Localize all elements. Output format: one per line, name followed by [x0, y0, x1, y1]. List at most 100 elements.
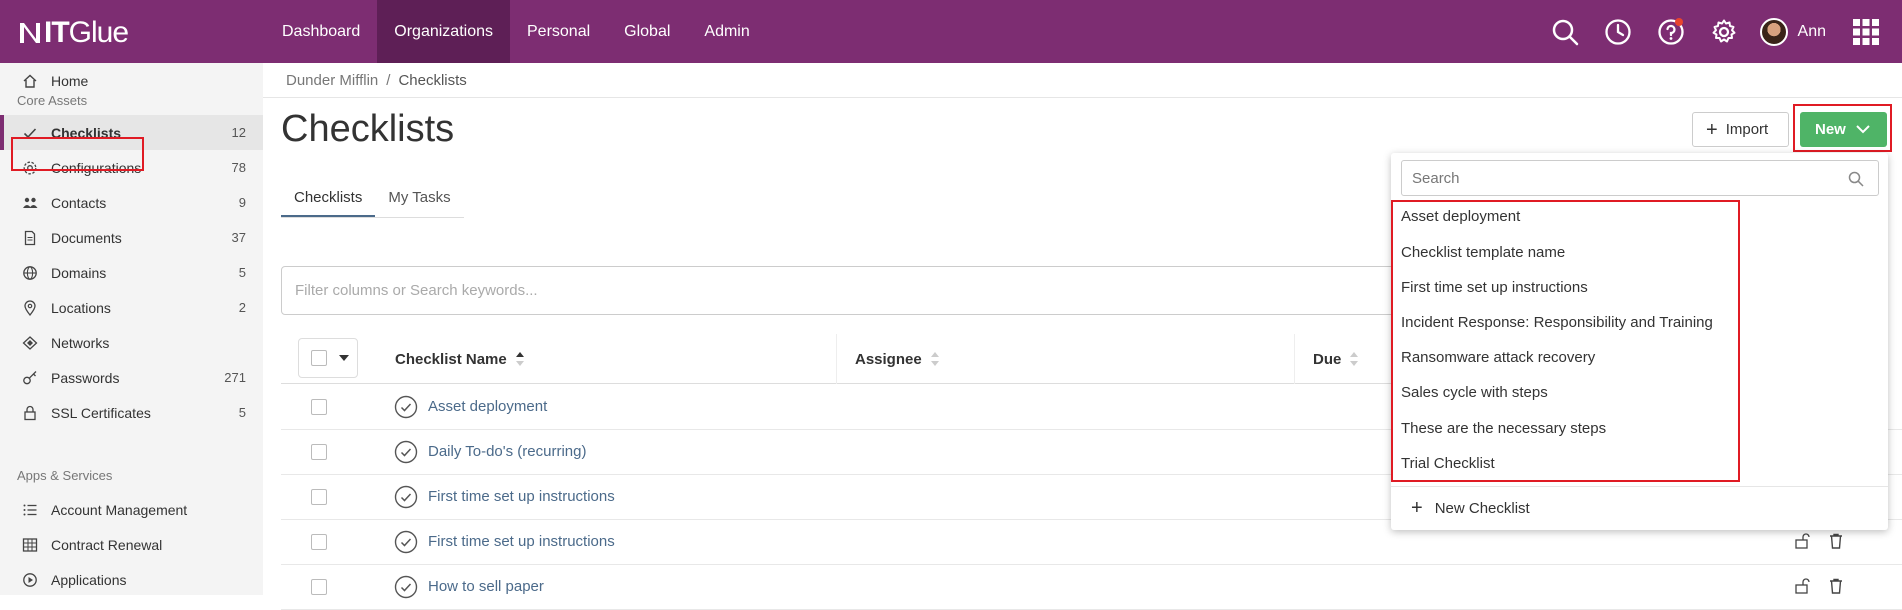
main-nav: Dashboard Organizations Personal Global … [265, 0, 767, 63]
check-circle-icon [394, 440, 418, 464]
avatar [1759, 17, 1788, 46]
user-menu[interactable]: Ann [1759, 17, 1826, 46]
column-header-due[interactable]: Due [1313, 334, 1359, 384]
sidebar-item-contacts[interactable]: Contacts 9 [0, 185, 263, 220]
user-name: Ann [1797, 22, 1826, 40]
highlight-box-new-button [1793, 104, 1892, 152]
checklist-name-link[interactable]: First time set up instructions [428, 533, 615, 550]
column-label: Assignee [855, 350, 922, 368]
logo-text: ITGlue [44, 16, 129, 50]
sidebar-item-domains[interactable]: Domains 5 [0, 255, 263, 290]
top-navigation-bar: ITGlue Dashboard Organizations Personal … [0, 0, 1902, 63]
tab-checklists[interactable]: Checklists [281, 183, 376, 217]
plus-icon: + [1411, 497, 1423, 519]
new-checklist-label: New Checklist [1434, 499, 1530, 517]
breadcrumb: Dunder Mifflin / Checklists [263, 63, 1902, 98]
checklist-name-link[interactable]: Asset deployment [428, 398, 547, 415]
globe-icon [23, 266, 37, 280]
sidebar-item-count: 5 [238, 265, 246, 280]
home-icon [23, 74, 37, 88]
top-icons: Ann [1530, 0, 1902, 63]
list-icon [23, 504, 37, 516]
location-pin-icon [24, 300, 36, 316]
select-all-checkbox[interactable] [311, 350, 327, 366]
sort-icon [1350, 352, 1359, 366]
checklist-name-link[interactable]: How to sell paper [428, 578, 544, 595]
sidebar-item-count: 9 [238, 195, 246, 210]
column-divider [1294, 334, 1295, 384]
tabs: Checklists My Tasks [281, 183, 464, 218]
sidebar-item-label: Home [51, 72, 89, 89]
clock-icon[interactable] [1600, 14, 1636, 50]
nav-admin[interactable]: Admin [687, 0, 766, 63]
filter-input[interactable]: Filter columns or Search keywords... [281, 266, 1401, 315]
sidebar-item-count: 5 [238, 405, 246, 420]
check-circle-icon [394, 575, 418, 599]
sidebar-item-account-management[interactable]: Account Management [0, 492, 263, 527]
plus-icon: + [1706, 118, 1718, 141]
row-checkbox[interactable] [311, 444, 327, 460]
tab-my-tasks[interactable]: My Tasks [375, 183, 463, 217]
import-label: Import [1725, 121, 1769, 138]
gear-icon[interactable] [1706, 14, 1742, 50]
search-icon[interactable] [1547, 14, 1583, 50]
row-actions [1793, 532, 1861, 550]
checklist-name-link[interactable]: First time set up instructions [428, 488, 615, 505]
column-header-checklist-name[interactable]: Checklist Name [395, 334, 525, 384]
sidebar-item-count: 78 [231, 160, 246, 175]
dropdown-search-input[interactable]: Search [1401, 160, 1879, 196]
select-all-dropdown[interactable] [298, 338, 358, 378]
logo-prefix: IT [44, 16, 70, 49]
highlight-box-checklists [11, 137, 144, 171]
nav-organizations[interactable]: Organizations [377, 0, 510, 63]
check-circle-icon [394, 530, 418, 554]
sidebar-item-label: Applications [51, 571, 127, 588]
nav-global[interactable]: Global [607, 0, 687, 63]
unlock-icon[interactable] [1793, 577, 1811, 595]
itglue-logo[interactable]: ITGlue [18, 16, 129, 50]
sidebar-item-applications[interactable]: Applications [0, 562, 263, 597]
row-actions [1793, 577, 1861, 595]
sidebar-item-label: Domains [51, 264, 107, 281]
breadcrumb-org-link[interactable]: Dunder Mifflin [286, 72, 378, 89]
row-checkbox[interactable] [311, 399, 327, 415]
sidebar-item-count: 2 [238, 300, 246, 315]
sidebar-item-ssl-certificates[interactable]: SSL Certificates 5 [0, 395, 263, 430]
column-header-assignee[interactable]: Assignee [855, 334, 940, 384]
sidebar-item-documents[interactable]: Documents 37 [0, 220, 263, 255]
sort-icon [930, 352, 939, 366]
sidebar-item-label: Account Management [51, 501, 188, 518]
trash-icon[interactable] [1827, 577, 1845, 595]
document-icon [24, 230, 36, 246]
people-icon [23, 197, 38, 208]
sidebar-item-contract-renewal[interactable]: Contract Renewal [0, 527, 263, 562]
row-checkbox[interactable] [311, 579, 327, 595]
help-icon[interactable] [1653, 14, 1689, 50]
sidebar-item-count: 271 [224, 370, 246, 385]
check-circle-icon [394, 395, 418, 419]
dropdown-divider [1391, 486, 1888, 487]
sidebar-section-core-assets: Core Assets [17, 93, 88, 108]
checklist-name-link[interactable]: Daily To-do's (recurring) [428, 443, 586, 460]
row-checkbox[interactable] [311, 489, 327, 505]
column-divider [836, 334, 837, 384]
trash-icon[interactable] [1827, 532, 1845, 550]
nav-personal[interactable]: Personal [510, 0, 607, 63]
unlock-icon[interactable] [1793, 532, 1811, 550]
import-button[interactable]: + Import [1692, 112, 1789, 147]
row-checkbox[interactable] [311, 534, 327, 550]
column-label: Due [1313, 350, 1342, 368]
sidebar-item-locations[interactable]: Locations 2 [0, 290, 263, 325]
app-grid-icon[interactable] [1848, 14, 1884, 50]
grid-icon [22, 538, 38, 552]
sidebar-item-label: SSL Certificates [51, 404, 151, 421]
table-header: Checklist Name Assignee Due [281, 334, 1401, 384]
sidebar-item-networks[interactable]: Networks [0, 325, 263, 360]
key-icon [23, 371, 37, 385]
new-checklist-option[interactable]: + New Checklist [1411, 498, 1530, 518]
nav-dashboard[interactable]: Dashboard [265, 0, 377, 63]
logo-mark-icon [20, 23, 40, 43]
search-placeholder: Search [1412, 169, 1460, 187]
table-row[interactable]: How to sell paper [281, 565, 1902, 610]
sidebar-item-passwords[interactable]: Passwords 271 [0, 360, 263, 395]
